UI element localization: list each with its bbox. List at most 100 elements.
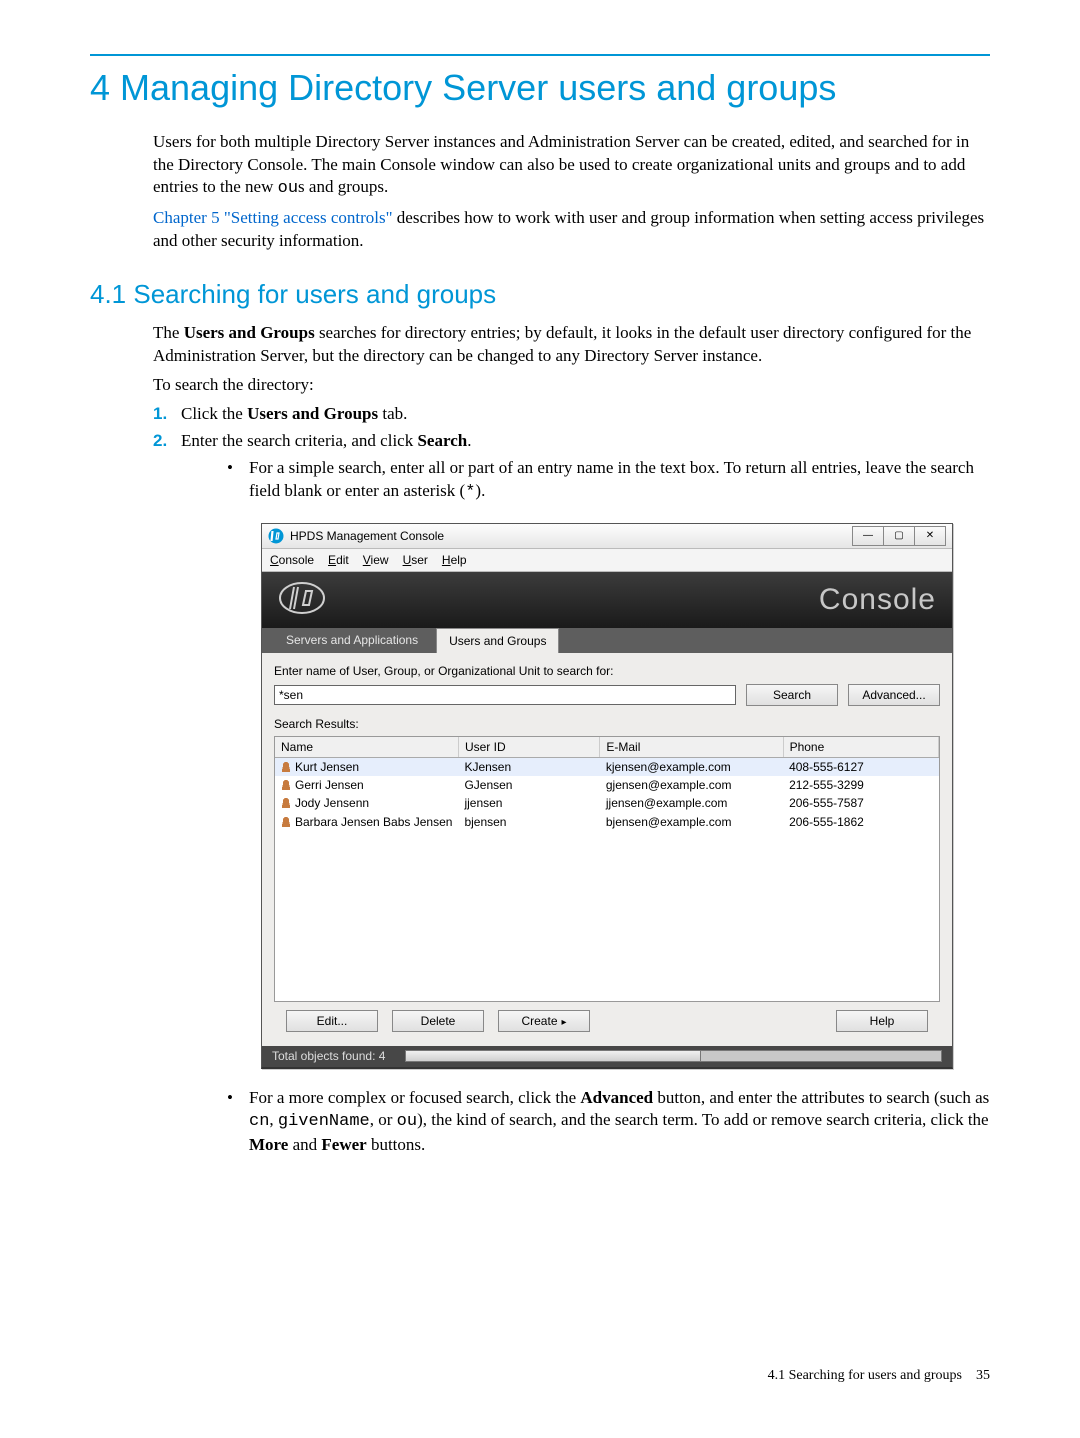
user-icon: [281, 762, 291, 772]
menubar: Console Edit View User Help: [262, 549, 952, 572]
bullet-list-2: For a more complex or focused search, cl…: [221, 1087, 990, 1158]
menu-view[interactable]: View: [363, 552, 389, 568]
status-text: Total objects found: 4: [272, 1048, 385, 1064]
col-email[interactable]: E-Mail: [600, 737, 783, 758]
text: Enter the search criteria, and click: [181, 431, 417, 450]
menu-edit[interactable]: Edit: [328, 552, 349, 568]
ou-code: ou: [278, 179, 298, 198]
col-name[interactable]: Name: [275, 737, 458, 758]
create-button[interactable]: Create: [498, 1010, 590, 1033]
cell-userid: KJensen: [458, 758, 599, 777]
edit-button[interactable]: Edit...: [286, 1010, 378, 1032]
steps-list: 1. Click the Users and Groups tab. 2. En…: [153, 403, 990, 1157]
chapter-5-link[interactable]: Chapter 5 "Setting access controls": [153, 208, 393, 227]
footer-section: 4.1 Searching for users and groups: [768, 1368, 962, 1383]
user-icon: [281, 780, 291, 790]
step-number: 1.: [153, 403, 167, 426]
col-userid[interactable]: User ID: [458, 737, 599, 758]
cell-email: bjensen@example.com: [600, 813, 783, 831]
hp-logo-icon: [278, 581, 326, 619]
cell-phone: 212-555-3299: [783, 776, 938, 794]
tab-users-and-groups[interactable]: Users and Groups: [436, 628, 559, 653]
step-bold: Search: [417, 431, 467, 450]
cell-userid: GJensen: [458, 776, 599, 794]
text: ,: [269, 1110, 278, 1129]
cell-email: gjensen@example.com: [600, 776, 783, 794]
text: Users for both multiple Directory Server…: [153, 132, 969, 197]
table-row[interactable]: Kurt Jensen KJensen kjensen@example.com …: [275, 758, 939, 777]
hp-icon: [268, 528, 284, 544]
menu-user[interactable]: User: [403, 552, 428, 568]
top-rule: [90, 54, 990, 56]
cell-name: Gerri Jensen: [295, 778, 364, 792]
text: For a more complex or focused search, cl…: [249, 1088, 580, 1107]
cell-userid: jjensen: [458, 794, 599, 812]
table-row[interactable]: Gerri Jensen GJensen gjensen@example.com…: [275, 776, 939, 794]
text: tab.: [378, 404, 407, 423]
text: .: [467, 431, 471, 450]
step-bold: Users and Groups: [247, 404, 378, 423]
scrollbar-thumb[interactable]: [406, 1051, 701, 1061]
text: s and groups.: [298, 177, 388, 196]
search-input[interactable]: [274, 685, 736, 705]
user-icon: [281, 798, 291, 808]
tab-servers-and-applications[interactable]: Servers and Applications: [274, 628, 430, 653]
window-controls: — ▢ ✕: [853, 526, 946, 546]
user-icon: [281, 817, 291, 827]
cell-email: kjensen@example.com: [600, 758, 783, 777]
cell-phone: 206-555-7587: [783, 794, 938, 812]
statusbar: Total objects found: 4: [262, 1046, 952, 1066]
advanced-button[interactable]: Advanced...: [848, 684, 940, 706]
maximize-button[interactable]: ▢: [883, 526, 915, 546]
text: buttons.: [367, 1135, 426, 1154]
text: The: [153, 323, 184, 342]
banner: Console: [262, 572, 952, 628]
ou-code: ou: [397, 1112, 417, 1131]
minimize-button[interactable]: —: [852, 526, 884, 546]
menu-help[interactable]: Help: [442, 552, 467, 568]
cell-phone: 206-555-1862: [783, 813, 938, 831]
menu-console[interactable]: Console: [270, 552, 314, 568]
section-title: 4.1 Searching for users and groups: [90, 277, 990, 312]
section-paragraph-1: The Users and Groups searches for direct…: [153, 322, 990, 368]
delete-button[interactable]: Delete: [392, 1010, 484, 1032]
cell-name: Kurt Jensen: [295, 760, 359, 774]
results-table: Name User ID E-Mail Phone Kurt Jensen: [275, 737, 939, 831]
chapter-title: 4 Managing Directory Server users and gr…: [90, 64, 990, 113]
cell-name: Barbara Jensen Babs Jensen: [295, 815, 452, 829]
step-number: 2.: [153, 430, 167, 453]
close-button[interactable]: ✕: [914, 526, 946, 546]
search-instruction-label: Enter name of User, Group, or Organizati…: [274, 663, 940, 679]
cn-code: cn: [249, 1112, 269, 1131]
intro-paragraph-2: Chapter 5 "Setting access controls" desc…: [153, 207, 990, 253]
window-title: HPDS Management Console: [290, 528, 853, 544]
horizontal-scrollbar[interactable]: [405, 1050, 942, 1062]
section-paragraph-2: To search the directory:: [153, 374, 990, 397]
cell-name: Jody Jensenn: [295, 796, 369, 810]
step-2: 2. Enter the search criteria, and click …: [153, 430, 990, 1157]
intro-paragraph-1: Users for both multiple Directory Server…: [153, 131, 990, 202]
text: , or: [370, 1110, 397, 1129]
asterisk-code: *: [465, 483, 475, 502]
table-header-row: Name User ID E-Mail Phone: [275, 737, 939, 758]
givenname-code: givenName: [278, 1112, 370, 1131]
help-button[interactable]: Help: [836, 1010, 928, 1032]
cell-phone: 408-555-6127: [783, 758, 938, 777]
more-bold: More: [249, 1135, 288, 1154]
text: button, and enter the attributes to sear…: [653, 1088, 989, 1107]
results-table-wrap: Name User ID E-Mail Phone Kurt Jensen: [274, 736, 940, 1002]
search-area: Enter name of User, Group, or Organizati…: [262, 653, 952, 1046]
tabs: Servers and Applications Users and Group…: [262, 628, 952, 653]
text: ).: [475, 481, 485, 500]
text: Click the: [181, 404, 247, 423]
search-results-label: Search Results:: [274, 716, 940, 732]
bullet-advanced-search: For a more complex or focused search, cl…: [221, 1087, 990, 1158]
page-footer: 4.1 Searching for users and groups 35: [768, 1367, 990, 1386]
search-button[interactable]: Search: [746, 684, 838, 706]
cell-email: jjensen@example.com: [600, 794, 783, 812]
text: ), the kind of search, and the search te…: [417, 1110, 989, 1129]
table-row[interactable]: Barbara Jensen Babs Jensen bjensen bjens…: [275, 813, 939, 831]
users-and-groups-bold: Users and Groups: [184, 323, 315, 342]
table-row[interactable]: Jody Jensenn jjensen jjensen@example.com…: [275, 794, 939, 812]
col-phone[interactable]: Phone: [783, 737, 938, 758]
